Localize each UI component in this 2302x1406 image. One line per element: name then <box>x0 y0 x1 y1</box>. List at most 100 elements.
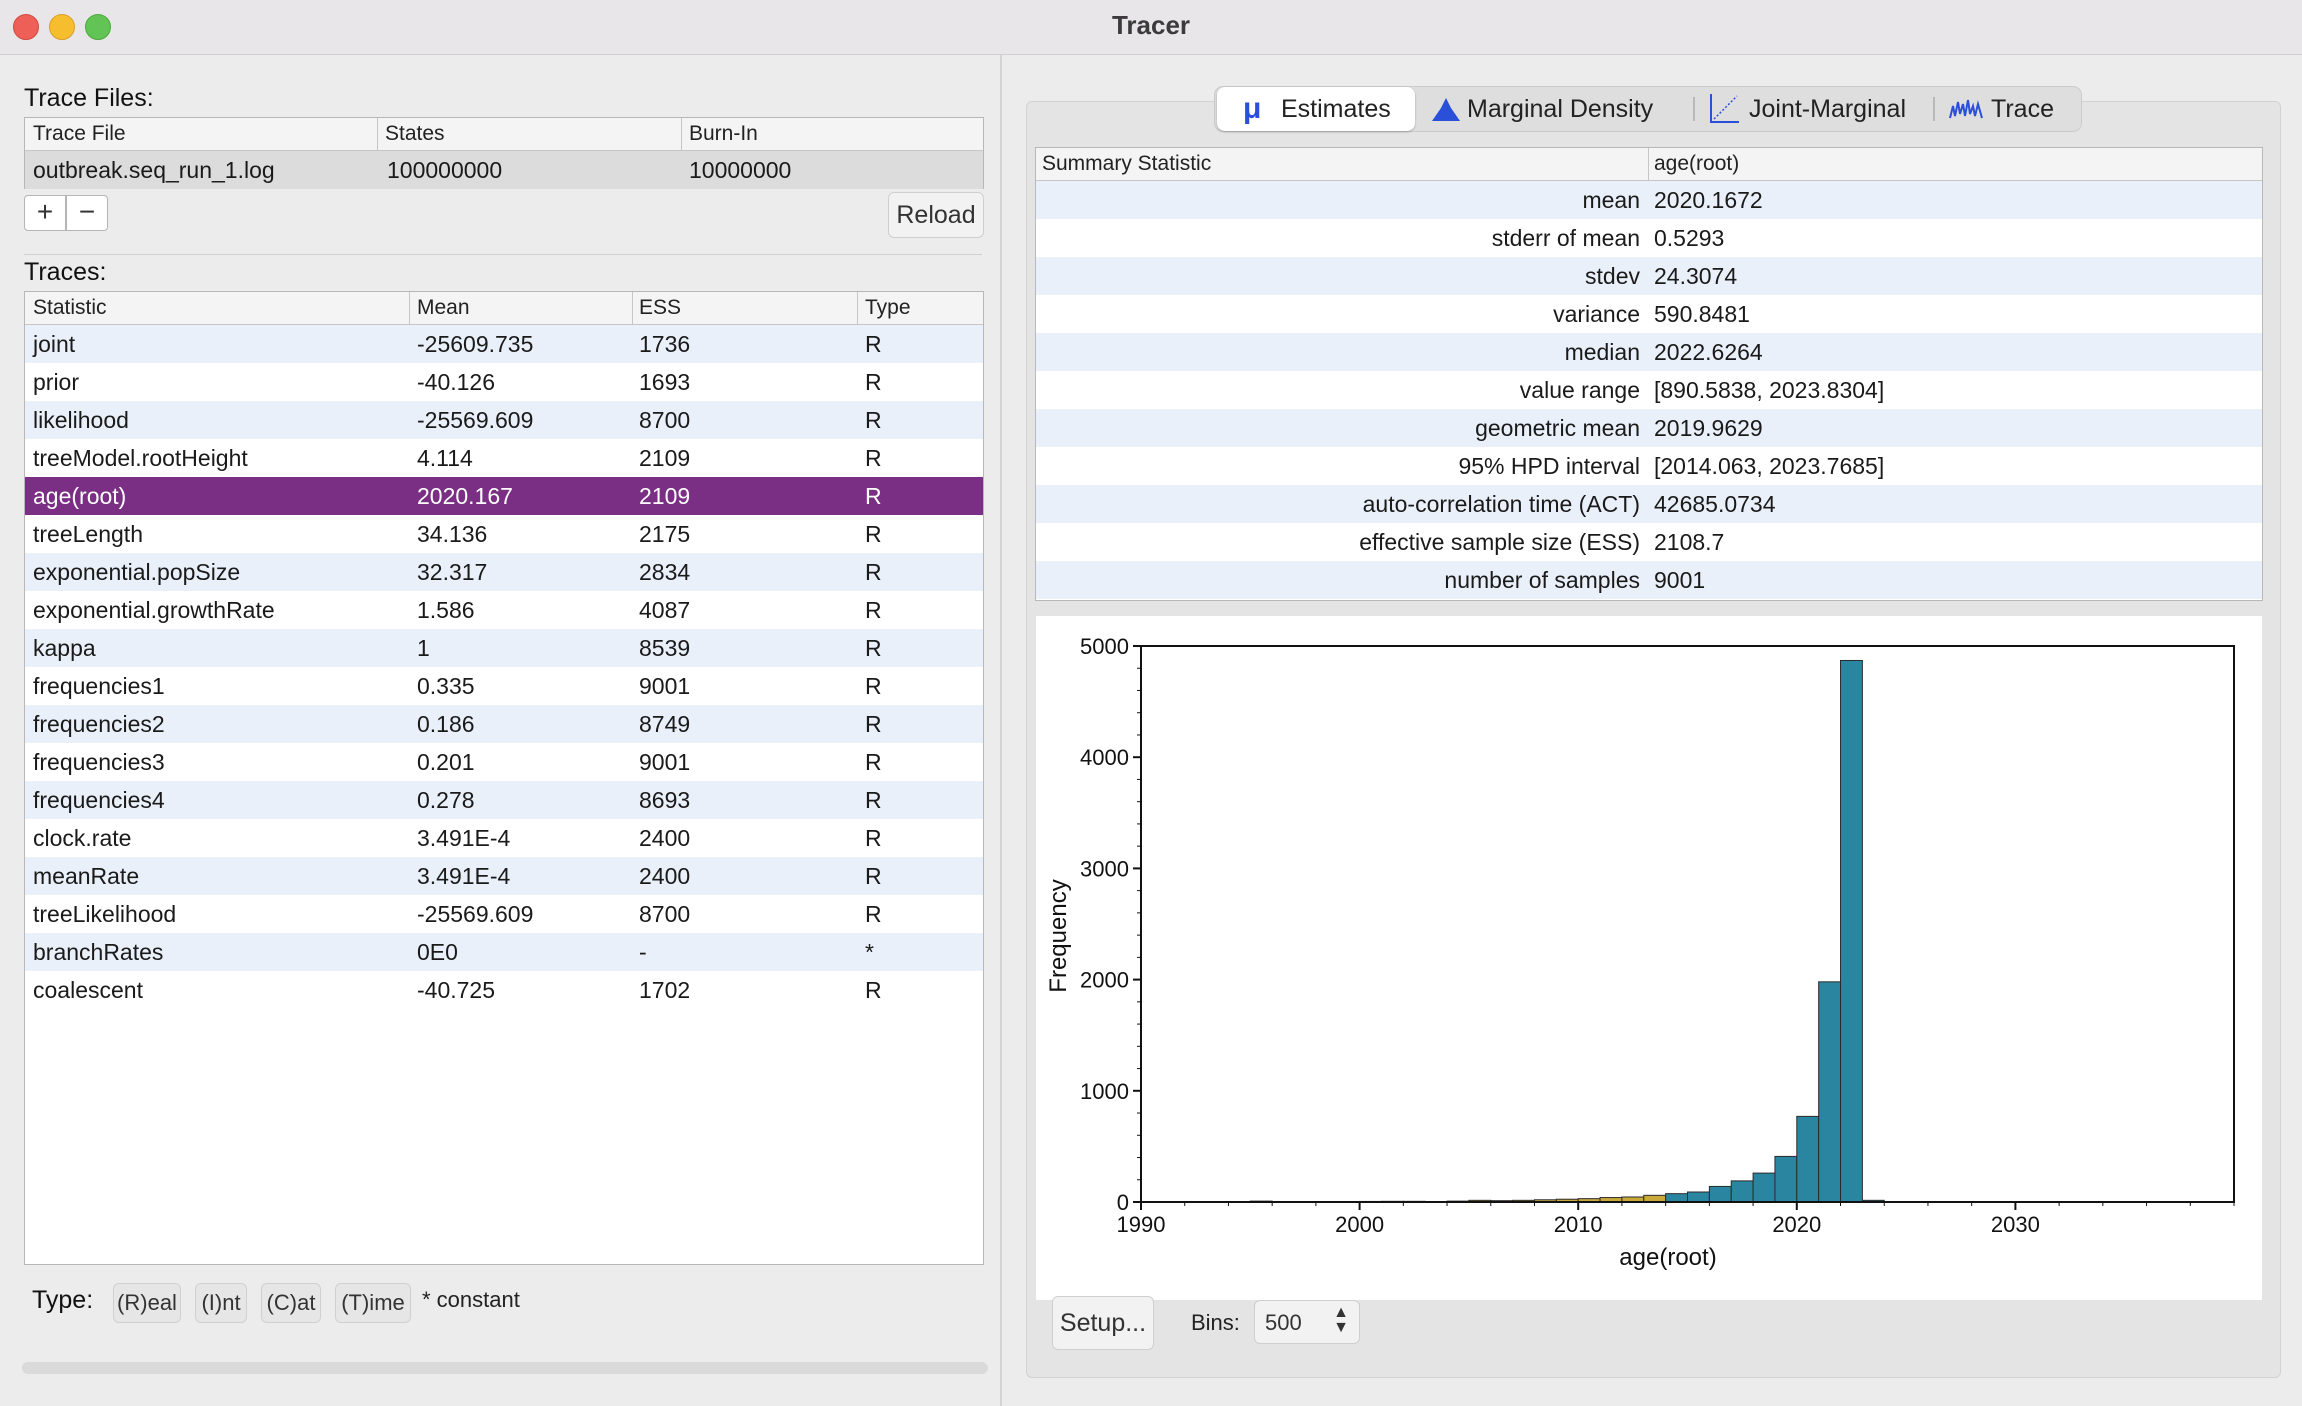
summary-stat-name: value range <box>1519 377 1640 403</box>
col-age-root[interactable]: age(root) <box>1654 152 1739 176</box>
summary-stat-value: 2020.1672 <box>1654 187 1763 213</box>
trace-file-row[interactable]: outbreak.seq_run_1.log 100000000 1000000… <box>25 151 983 189</box>
trace-cell-stat: clock.rate <box>33 825 132 851</box>
trace-cell-ess: 8749 <box>639 711 691 737</box>
add-trace-file-button[interactable]: + <box>24 195 66 231</box>
trace-cell-mean: 3.491E-4 <box>417 825 511 851</box>
tab-estimates[interactable]: μ Estimates <box>1217 87 1415 131</box>
trace-cell-type: R <box>865 559 882 585</box>
trace-cell-type: * <box>865 939 874 965</box>
summary-stat-name: median <box>1564 339 1640 365</box>
horizontal-scrollbar[interactable] <box>22 1362 988 1374</box>
trace-row[interactable]: coalescent -40.725 1702 R <box>25 971 983 1009</box>
col-trace-file[interactable]: Trace File <box>33 122 126 146</box>
x-tick-label: 2020 <box>1772 1212 1821 1237</box>
summary-stat-value: 590.8481 <box>1654 301 1750 327</box>
summary-row: effective sample size (ESS) 2108.7 <box>1036 523 2262 561</box>
summary-stat-name: variance <box>1553 301 1640 327</box>
trace-row[interactable]: clock.rate 3.491E-4 2400 R <box>25 819 983 857</box>
summary-stat-name: 95% HPD interval <box>1458 453 1640 479</box>
trace-row[interactable]: treeModel.rootHeight 4.114 2109 R <box>25 439 983 477</box>
col-mean[interactable]: Mean <box>417 296 470 320</box>
col-ess[interactable]: ESS <box>639 296 681 320</box>
trace-row[interactable]: treeLength 34.136 2175 R <box>25 515 983 553</box>
bins-label: Bins: <box>1191 1310 1240 1335</box>
trace-row[interactable]: branchRates 0E0 - * <box>25 933 983 971</box>
summary-row: stderr of mean 0.5293 <box>1036 219 2262 257</box>
trace-row[interactable]: likelihood -25569.609 8700 R <box>25 401 983 439</box>
trace-row[interactable]: frequencies4 0.278 8693 R <box>25 781 983 819</box>
trace-cell-type: R <box>865 863 882 889</box>
trace-row[interactable]: treeLikelihood -25569.609 8700 R <box>25 895 983 933</box>
histogram-bar <box>1730 1180 1754 1203</box>
plot-frame <box>1140 645 2235 1203</box>
title-bar: Tracer <box>0 0 2302 55</box>
col-summary-statistic[interactable]: Summary Statistic <box>1042 152 1211 176</box>
stepper-chevrons-icon[interactable]: ▲ ▼ <box>1333 1305 1349 1336</box>
bins-value[interactable]: 500 <box>1265 1310 1302 1336</box>
window-title: Tracer <box>1111 10 1191 40</box>
histogram-chart: 1990 2000 2010 2020 2030 0 1000 2000 3000 4000 500… <box>1045 634 2235 1271</box>
trace-row[interactable]: exponential.growthRate 1.586 4087 R <box>25 591 983 629</box>
trace-cell-type: R <box>865 597 882 623</box>
trace-cell-ess: 1702 <box>639 977 691 1003</box>
type-chip-time: (T)ime <box>335 1283 411 1323</box>
reload-button[interactable]: Reload <box>888 192 984 238</box>
trace-row[interactable]: frequencies3 0.201 9001 R <box>25 743 983 781</box>
trace-cell-type: R <box>865 331 882 357</box>
trace-cell-mean: -25569.609 <box>417 407 534 433</box>
histogram-bar <box>1643 1194 1667 1203</box>
bins-stepper[interactable]: 500 ▲ ▼ <box>1254 1300 1360 1344</box>
trace-cell-type: R <box>865 711 882 737</box>
trace-row[interactable]: exponential.popSize 32.317 2834 R <box>25 553 983 591</box>
col-states[interactable]: States <box>385 122 445 146</box>
histogram-bar <box>1752 1172 1776 1203</box>
histogram-bar <box>1818 981 1842 1203</box>
trace-cell-stat: branchRates <box>33 939 164 965</box>
type-legend-label: Type: <box>32 1286 94 1314</box>
trace-file-states: 100000000 <box>387 157 503 183</box>
summary-header: Summary Statistic age(root) <box>1036 148 2262 181</box>
remove-trace-file-button[interactable]: − <box>66 195 108 231</box>
histogram-bar <box>1840 659 1863 1203</box>
trace-row[interactable]: kappa 1 8539 R <box>25 629 983 667</box>
type-chip-int: (I)nt <box>195 1283 247 1323</box>
trace-cell-stat: treeLikelihood <box>33 901 177 927</box>
tab-trace[interactable]: Trace <box>1949 87 2077 131</box>
trace-cell-ess: 8693 <box>639 787 691 813</box>
col-statistic[interactable]: Statistic <box>33 296 107 320</box>
trace-file-burnin[interactable]: 10000000 <box>689 157 791 184</box>
trace-cell-mean: -40.725 <box>417 977 496 1003</box>
tab-joint-marginal-label: Joint-Marginal <box>1749 95 1907 123</box>
col-type[interactable]: Type <box>865 296 911 320</box>
trace-cell-ess: 8539 <box>639 635 691 661</box>
tab-marginal-density-label: Marginal Density <box>1467 95 1654 123</box>
trace-row[interactable]: age(root) 2020.167 2109 R <box>25 477 983 515</box>
trace-icon <box>1949 99 1983 119</box>
trace-row[interactable]: frequencies1 0.335 9001 R <box>25 667 983 705</box>
tab-joint-marginal[interactable]: Joint-Marginal <box>1709 87 1919 131</box>
summary-row: variance 590.8481 <box>1036 295 2262 333</box>
trace-row[interactable]: prior -40.126 1693 R <box>25 363 983 401</box>
trace-cell-type: R <box>865 369 882 395</box>
trace-cell-ess: 2400 <box>639 825 691 851</box>
view-tabs: μ Estimates Marginal Density Joint-Margi… <box>1214 86 2082 132</box>
histogram-panel: 1990 2000 2010 2020 2030 0 1000 2000 3000 4000 500… <box>1036 616 2262 1300</box>
setup-button[interactable]: Setup... <box>1052 1296 1154 1350</box>
type-chip-real: (R)eal <box>113 1283 181 1323</box>
trace-cell-ess: - <box>639 939 647 965</box>
trace-cell-ess: 2834 <box>639 559 691 585</box>
col-burn-in[interactable]: Burn-In <box>689 122 758 146</box>
summary-stat-name: stderr of mean <box>1491 225 1640 251</box>
trace-cell-stat: exponential.popSize <box>33 559 241 585</box>
trace-row[interactable]: joint -25609.735 1736 R <box>25 325 983 363</box>
summary-row: value range [890.5838, 2023.8304] <box>1036 371 2262 409</box>
histogram-bar <box>1665 1193 1689 1203</box>
tab-marginal-density[interactable]: Marginal Density <box>1429 87 1691 131</box>
trace-row[interactable]: meanRate 3.491E-4 2400 R <box>25 857 983 895</box>
trace-row[interactable]: frequencies2 0.186 8749 R <box>25 705 983 743</box>
y-tick-label: 0 <box>1117 1190 1129 1215</box>
summary-stat-value: 24.3074 <box>1654 263 1738 289</box>
split-pane-divider[interactable] <box>1000 55 1002 1406</box>
summary-row: 95% HPD interval [2014.063, 2023.7685] <box>1036 447 2262 485</box>
